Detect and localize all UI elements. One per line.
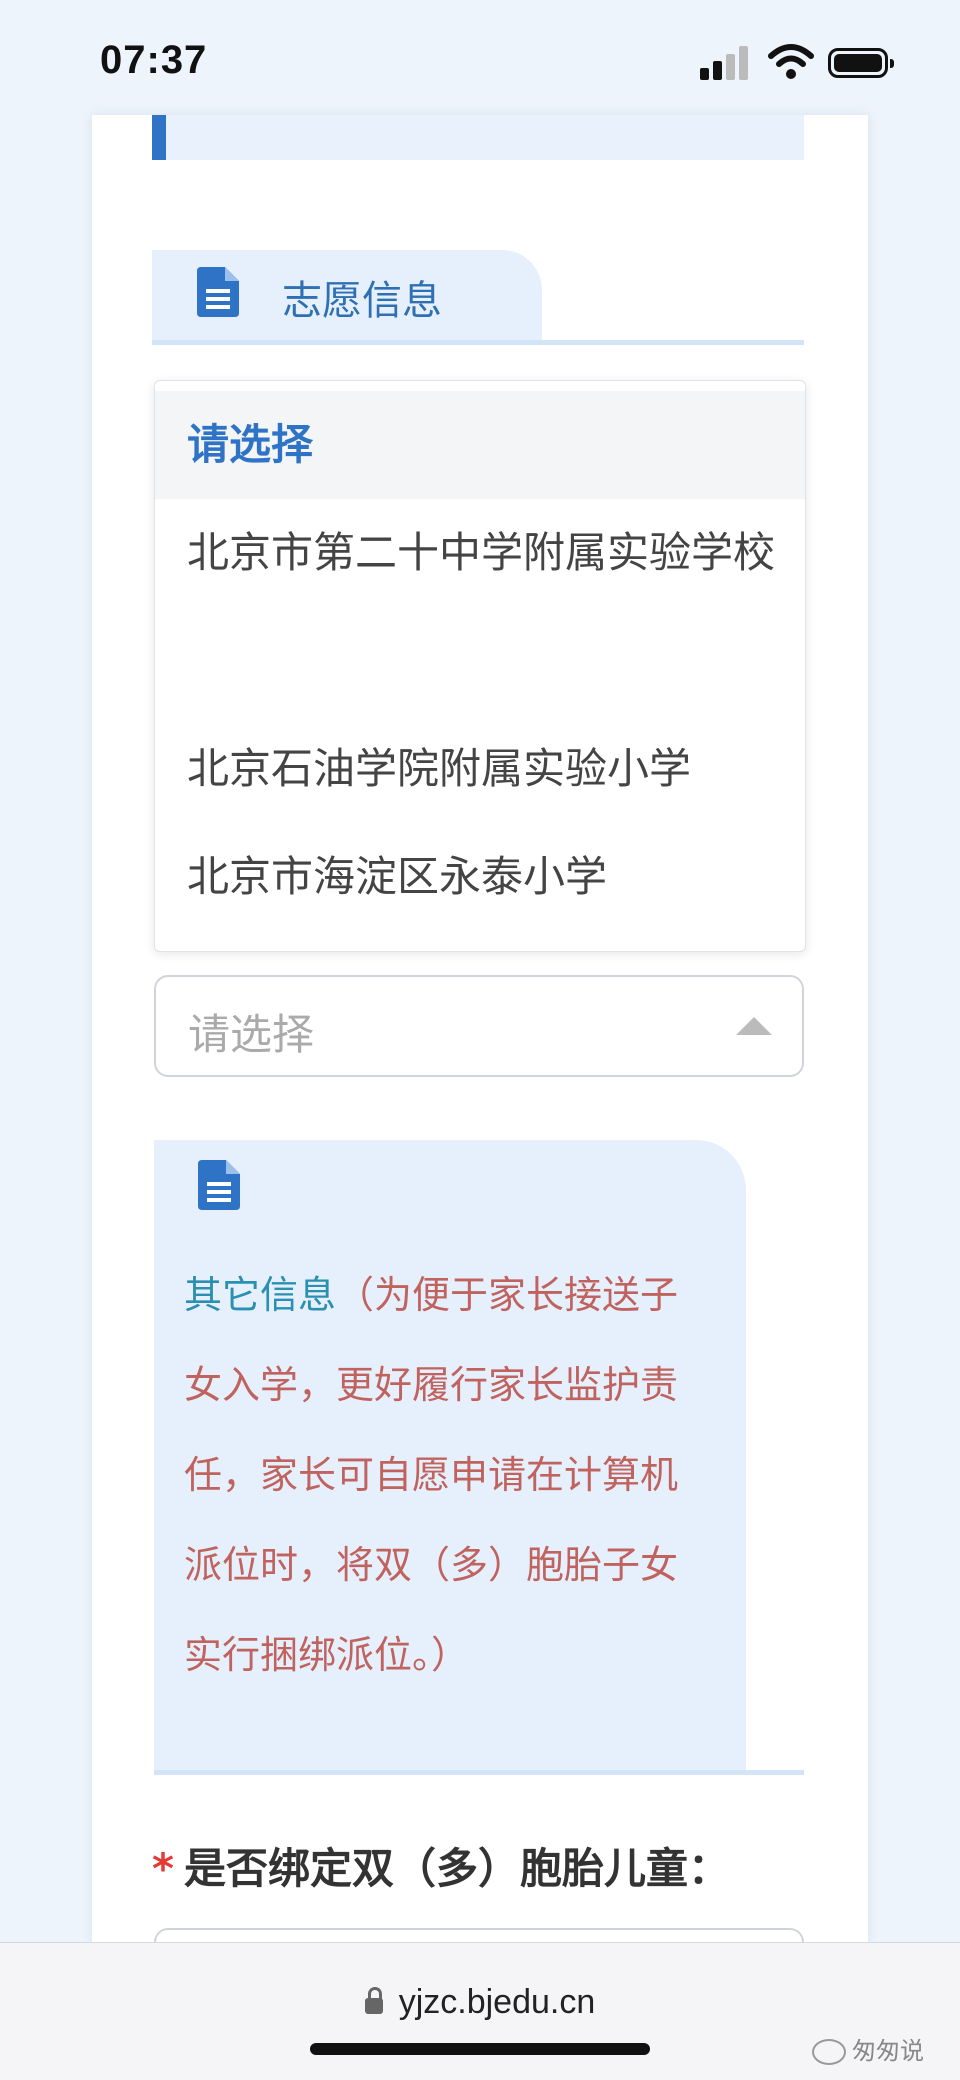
wechat-icon: [812, 2039, 846, 2065]
document-icon: [198, 1160, 240, 1210]
url-text: yjzc.bjedu.cn: [398, 1983, 596, 2021]
section-accent-bar: [152, 115, 166, 160]
required-marker: *: [152, 1844, 174, 1893]
home-indicator[interactable]: [310, 2043, 650, 2055]
caret-up-icon[interactable]: [736, 1017, 772, 1035]
dropdown-option[interactable]: 北京市海淀区永泰小学: [155, 823, 805, 931]
dropdown-option[interactable]: 北京市第二十中学附属实验学校: [155, 499, 805, 715]
twins-binding-label: * 是否绑定双（多）胞胎儿童：: [152, 1835, 730, 1896]
browser-address-bar[interactable]: yjzc.bjedu.cn 匆匆说: [0, 1942, 960, 2080]
form-card: 志愿信息 请选择 北京市第二十中学附属实验学校 北京石油学院附属实验小学 北京市…: [92, 115, 868, 1988]
watermark-text: 匆匆说: [852, 2037, 924, 2065]
section-title: 志愿信息: [282, 278, 442, 324]
lock-icon: [364, 1987, 383, 2014]
section-divider: [152, 340, 804, 345]
school-select[interactable]: 请选择: [154, 975, 804, 1077]
wifi-icon: [768, 44, 814, 79]
previous-section-band: [152, 115, 804, 160]
other-info-title: 其它信息: [184, 1273, 337, 1317]
other-info-description: （为便于家长接送子女入学，更好履行家长监护责任，家长可自愿申请在计算机派位时，将…: [184, 1273, 679, 1677]
select-placeholder: 请选择: [188, 1010, 315, 1059]
twins-binding-label-text: 是否绑定双（多）胞胎儿童：: [183, 1844, 730, 1893]
school-dropdown-list[interactable]: 请选择 北京市第二十中学附属实验学校 北京石油学院附属实验小学 北京市海淀区永泰…: [154, 380, 806, 952]
status-time: 07:37: [100, 38, 208, 82]
document-icon: [197, 267, 239, 317]
other-info-text: 其它信息（为便于家长接送子女入学，更好履行家长监护责任，家长可自愿申请在计算机派…: [184, 1250, 684, 1700]
battery-icon: [828, 48, 894, 78]
url-display[interactable]: yjzc.bjedu.cn: [0, 1983, 960, 2022]
cellular-signal-icon: [700, 46, 752, 80]
dropdown-option-placeholder[interactable]: 请选择: [155, 391, 805, 499]
dropdown-option[interactable]: 北京石油学院附属实验小学: [155, 715, 805, 823]
status-bar: 07:37: [0, 0, 960, 120]
watermark: 匆匆说: [812, 2031, 924, 2066]
section-divider: [154, 1770, 804, 1775]
other-info-panel: 其它信息（为便于家长接送子女入学，更好履行家长监护责任，家长可自愿申请在计算机派…: [154, 1140, 746, 1770]
